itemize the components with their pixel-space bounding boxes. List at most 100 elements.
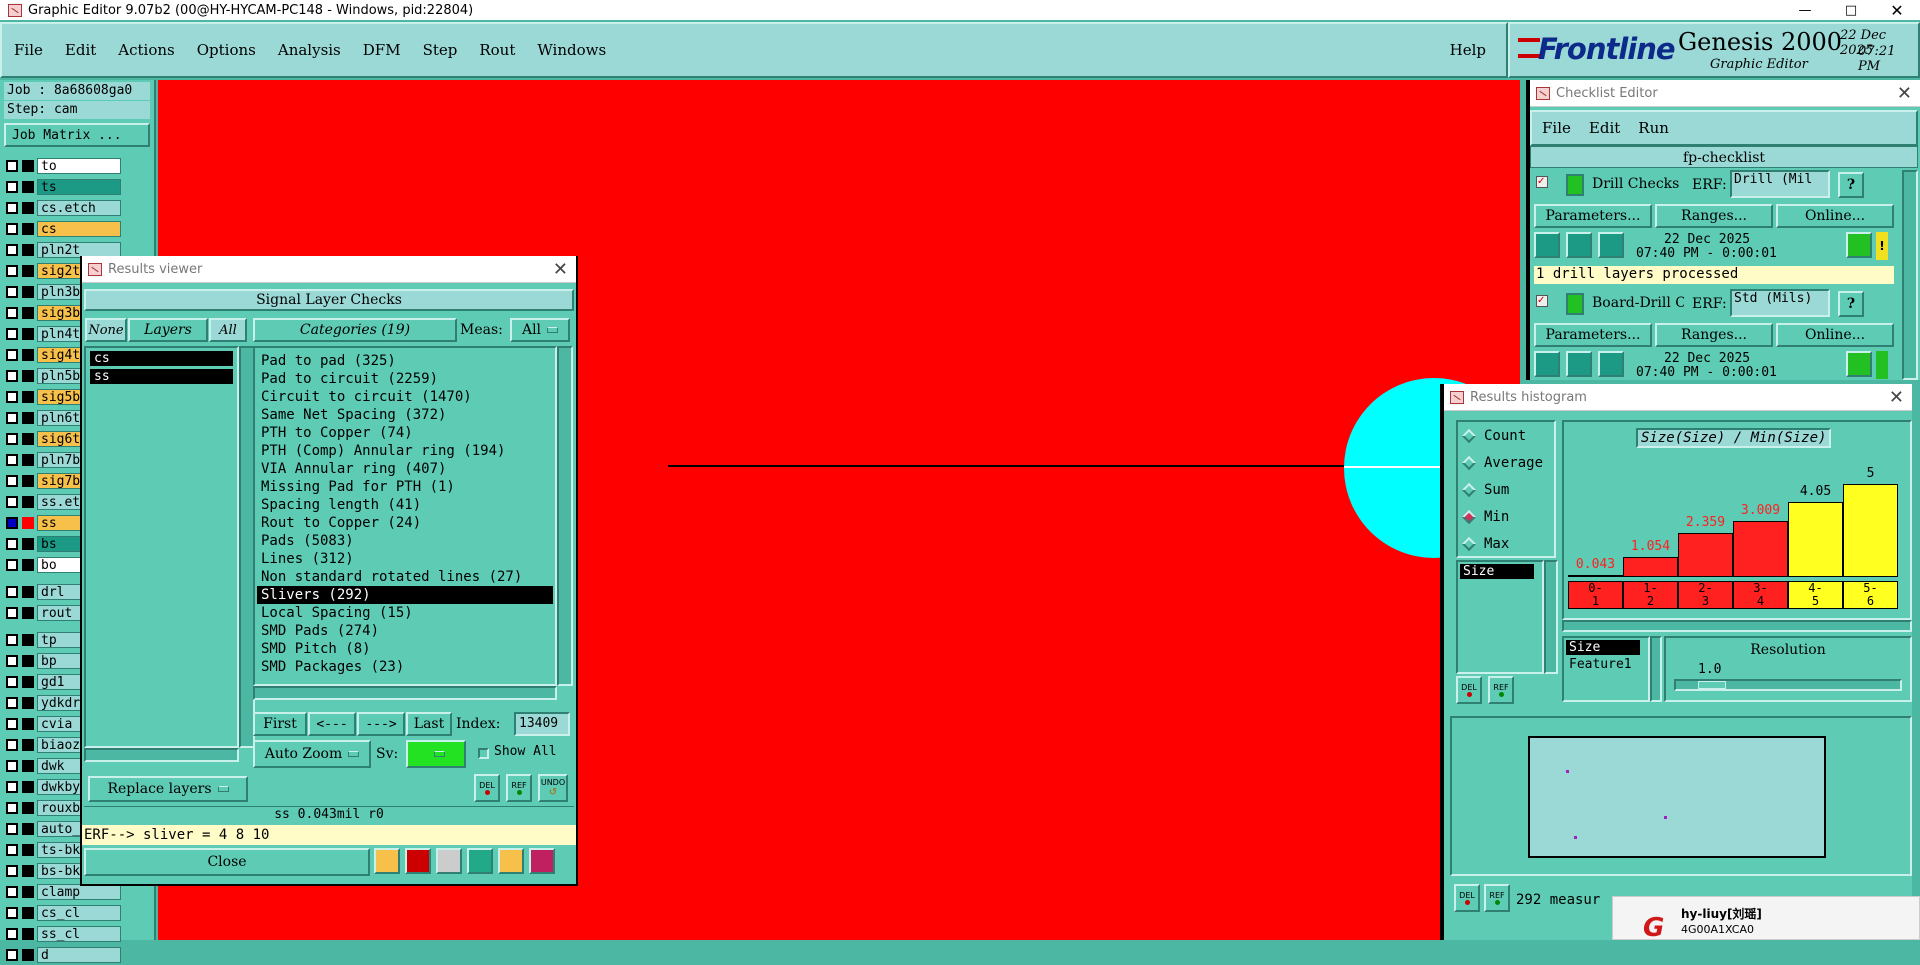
bin-label[interactable]: 1- 2	[1623, 581, 1678, 609]
help-menu[interactable]: Help	[1450, 41, 1486, 59]
layer-checkbox[interactable]	[6, 675, 18, 688]
category-item[interactable]: PTH (Comp) Annular ring (194)	[257, 442, 553, 460]
menu-file[interactable]: File	[14, 41, 43, 59]
field-list-scrollbar[interactable]	[1544, 560, 1558, 674]
parameters-button[interactable]: Parameters...	[1534, 204, 1652, 228]
run-icon[interactable]	[1534, 351, 1560, 377]
erf-field[interactable]: Drill (Mil	[1730, 170, 1830, 198]
preview-area[interactable]	[1528, 736, 1826, 858]
menu-analysis[interactable]: Analysis	[278, 41, 341, 59]
menu-step[interactable]: Step	[423, 41, 458, 59]
category-item[interactable]: SMD Packages (23)	[257, 658, 553, 676]
erf-field[interactable]: Std (Mils)	[1730, 289, 1830, 317]
meas-select[interactable]: All	[510, 318, 570, 342]
layer-checkbox[interactable]	[6, 516, 18, 529]
category-item[interactable]: Pad to pad (325)	[257, 352, 553, 370]
histogram-tool-icon[interactable]	[529, 848, 555, 874]
resolution-slider[interactable]	[1674, 679, 1902, 691]
select-item[interactable]: Size	[1566, 640, 1640, 655]
run-all-icon[interactable]	[1566, 232, 1592, 258]
category-item[interactable]: Missing Pad for PTH (1)	[257, 478, 553, 496]
bin-label[interactable]: 2- 3	[1678, 581, 1733, 609]
layer-row[interactable]: d	[6, 944, 154, 965]
all-button[interactable]: All	[209, 318, 247, 342]
item-checkbox[interactable]: ✓	[1536, 176, 1548, 188]
zoom-icon[interactable]	[1846, 351, 1872, 377]
layer-checkbox[interactable]	[6, 822, 18, 835]
layer-checkbox[interactable]	[6, 537, 18, 550]
layer-checkbox[interactable]	[6, 633, 18, 646]
menu-edit[interactable]: Edit	[65, 41, 96, 59]
layer-checkbox[interactable]	[6, 348, 18, 361]
next-button[interactable]: --->	[357, 712, 405, 736]
layer-checkbox[interactable]	[6, 474, 18, 487]
layer-checkbox[interactable]	[6, 306, 18, 319]
layer-tool-icon[interactable]	[374, 848, 400, 874]
checklist-scrollbar[interactable]	[1902, 170, 1918, 380]
menu-actions[interactable]: Actions	[118, 41, 174, 59]
layer-checkbox[interactable]	[6, 432, 18, 445]
option-average[interactable]: Average	[1458, 449, 1554, 476]
show-all-checkbox[interactable]	[478, 748, 489, 759]
cross-tool-icon[interactable]	[436, 848, 462, 874]
layer-row[interactable]: cs.etch	[6, 197, 154, 218]
close-icon[interactable]: ✕	[1889, 387, 1904, 408]
layer-row[interactable]: ss_cl	[6, 923, 154, 944]
category-item[interactable]: Rout to Copper (24)	[257, 514, 553, 532]
layer-row[interactable]: cs_cl	[6, 902, 154, 923]
checklist-menu-edit[interactable]: Edit	[1589, 119, 1620, 137]
layer-checkbox[interactable]	[6, 885, 18, 898]
last-button[interactable]: Last	[406, 712, 452, 736]
categories-hscrollbar[interactable]	[253, 686, 557, 700]
checklist-menu-run[interactable]: Run	[1638, 119, 1669, 137]
layer-checkbox[interactable]	[6, 843, 18, 856]
category-item[interactable]: VIA Annular ring (407)	[257, 460, 553, 478]
layer-checkbox[interactable]	[6, 327, 18, 340]
menu-rout[interactable]: Rout	[479, 41, 515, 59]
ranges-button[interactable]: Ranges...	[1655, 204, 1773, 228]
ref-button[interactable]: REF	[506, 774, 532, 802]
parameters-button[interactable]: Parameters...	[1534, 323, 1652, 347]
category-item[interactable]: Slivers (292)	[257, 586, 553, 604]
layer-checkbox[interactable]	[6, 759, 18, 772]
help-button[interactable]: ?	[1838, 172, 1864, 198]
category-item[interactable]: Pad to circuit (2259)	[257, 370, 553, 388]
histogram-bar[interactable]	[1733, 521, 1788, 577]
prev-button[interactable]: <---	[308, 712, 356, 736]
histogram-bar[interactable]	[1843, 484, 1898, 577]
category-item[interactable]: Non standard rotated lines (27)	[257, 568, 553, 586]
layer-checkbox[interactable]	[6, 180, 18, 193]
layer-checkbox[interactable]	[6, 738, 18, 751]
index-field[interactable]: 13409	[514, 712, 570, 736]
layer-checkbox[interactable]	[6, 780, 18, 793]
option-sum[interactable]: Sum	[1458, 476, 1554, 503]
layer-checkbox[interactable]	[6, 927, 18, 940]
categories-scrollbar[interactable]	[557, 346, 573, 686]
category-item[interactable]: Spacing length (41)	[257, 496, 553, 514]
category-item[interactable]: SMD Pads (274)	[257, 622, 553, 640]
layer-checkbox[interactable]	[6, 606, 18, 619]
layer-item[interactable]: cs	[90, 351, 233, 366]
layer-checkbox[interactable]	[6, 285, 18, 298]
online-button[interactable]: Online...	[1776, 204, 1894, 228]
preview-del-button[interactable]: DEL	[1454, 884, 1480, 912]
select-item[interactable]: Feature1	[1566, 657, 1640, 672]
field-item[interactable]: Size	[1460, 564, 1534, 579]
bin-label[interactable]: 5- 6	[1843, 581, 1898, 609]
layer-checkbox[interactable]	[6, 243, 18, 256]
layer-checkbox[interactable]	[6, 864, 18, 877]
layer-checkbox[interactable]	[6, 201, 18, 214]
layer-checkbox[interactable]	[6, 411, 18, 424]
online-button[interactable]: Online...	[1776, 323, 1894, 347]
categories-list[interactable]: Pad to pad (325) Pad to circuit (2259) Cir…	[253, 346, 557, 686]
layer-checkbox[interactable]	[6, 369, 18, 382]
hist-ref-button[interactable]: REF	[1488, 676, 1514, 704]
sv-color-select[interactable]	[406, 740, 466, 768]
layer-row[interactable]: to	[6, 155, 154, 176]
menu-windows[interactable]: Windows	[537, 41, 606, 59]
layer-checkbox[interactable]	[6, 222, 18, 235]
layer-checkbox[interactable]	[6, 264, 18, 277]
layer-checkbox[interactable]	[6, 585, 18, 598]
layer-items-list[interactable]: cs ss	[84, 346, 239, 748]
job-matrix-button[interactable]: Job Matrix ...	[4, 123, 150, 147]
